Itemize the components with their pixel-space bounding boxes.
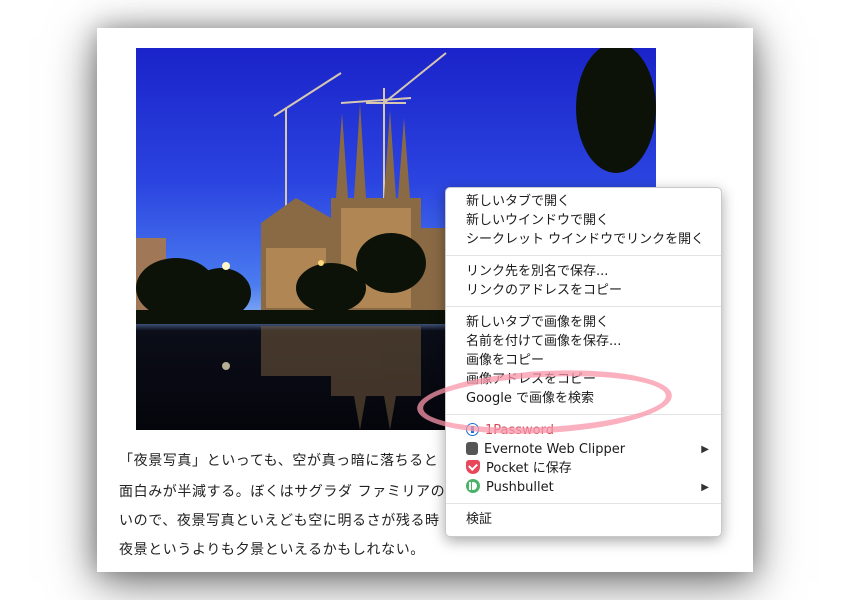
menu-open-image-new-tab[interactable]: 新しいタブで画像を開く bbox=[446, 313, 721, 332]
submenu-arrow-icon: ▶ bbox=[701, 482, 709, 493]
article-text-line: 夜景というよりも夕景といえるかもしれない。 bbox=[119, 542, 425, 558]
article-text-line: 面白みが半減する。ぼくはサグラダ ファミリアの bbox=[119, 484, 446, 500]
menu-open-link-incognito[interactable]: シークレット ウインドウでリンクを開く bbox=[446, 230, 721, 249]
pocket-icon bbox=[466, 460, 480, 474]
menu-open-link-new-tab[interactable]: 新しいタブで開く bbox=[446, 192, 721, 211]
menu-save-link-as[interactable]: リンク先を別名で保存... bbox=[446, 262, 721, 281]
menu-item-label: Evernote Web Clipper bbox=[484, 442, 626, 457]
menu-copy-image-address[interactable]: 画像アドレスをコピー bbox=[446, 370, 721, 389]
menu-separator bbox=[446, 306, 721, 307]
article-text-line: 「夜景写真」といっても、空が真っ暗に落ちると bbox=[119, 453, 439, 469]
menu-separator bbox=[446, 414, 721, 415]
evernote-icon bbox=[466, 442, 478, 455]
menu-search-google-image[interactable]: Google で画像を検索 bbox=[446, 389, 721, 408]
menu-open-link-new-window[interactable]: 新しいウインドウで開く bbox=[446, 211, 721, 230]
context-menu: 新しいタブで開く 新しいウインドウで開く シークレット ウインドウでリンクを開く… bbox=[445, 187, 722, 537]
crane-left bbox=[273, 72, 342, 208]
menu-inspect[interactable]: 検証 bbox=[446, 510, 721, 529]
menu-copy-image[interactable]: 画像をコピー bbox=[446, 351, 721, 370]
menu-copy-link-address[interactable]: リンクのアドレスをコピー bbox=[446, 281, 721, 300]
pushbullet-icon bbox=[466, 479, 480, 493]
1password-icon bbox=[466, 423, 479, 436]
screenshot-stage: 「夜景写真」といっても、空が真っ暗に落ちると 面白みが半減する。ぼくはサグラダ … bbox=[0, 0, 850, 600]
menu-item-label: Pushbullet bbox=[486, 480, 554, 495]
menu-save-image-as[interactable]: 名前を付けて画像を保存... bbox=[446, 332, 721, 351]
lamp-reflection bbox=[222, 362, 230, 370]
menu-pushbullet[interactable]: Pushbullet ▶ bbox=[446, 478, 721, 497]
menu-1password[interactable]: 1Password bbox=[446, 421, 721, 440]
crane-right bbox=[366, 52, 447, 104]
menu-item-label: 1Password bbox=[485, 423, 554, 438]
article-text-line: いので、夜景写真といえども空に明るさが残る時 bbox=[119, 513, 440, 529]
menu-item-label: Pocket に保存 bbox=[486, 461, 572, 476]
menu-separator bbox=[446, 503, 721, 504]
street-lamp bbox=[222, 262, 230, 270]
water-reflection bbox=[261, 326, 421, 430]
menu-pocket[interactable]: Pocket に保存 bbox=[446, 459, 721, 478]
menu-evernote[interactable]: Evernote Web Clipper ▶ bbox=[446, 440, 721, 459]
street-lamp bbox=[318, 260, 324, 266]
menu-separator bbox=[446, 255, 721, 256]
submenu-arrow-icon: ▶ bbox=[701, 444, 709, 455]
